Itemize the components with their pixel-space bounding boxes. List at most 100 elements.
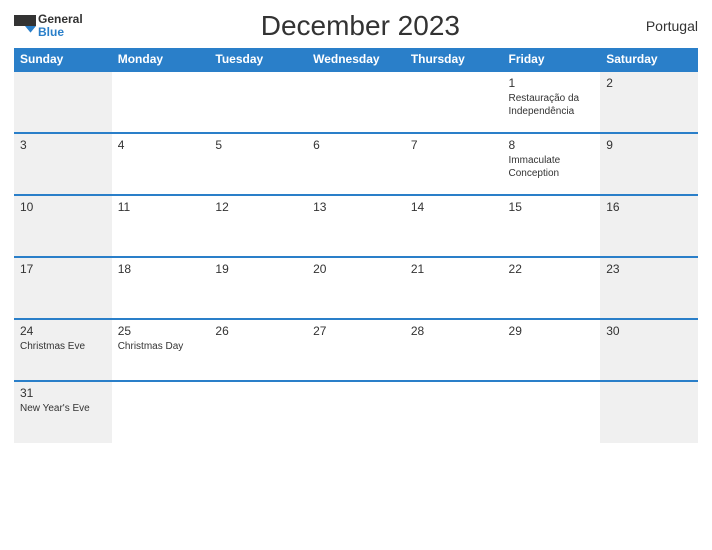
day-number: 4 (118, 138, 204, 152)
day-number: 8 (509, 138, 595, 152)
calendar-table: Sunday Monday Tuesday Wednesday Thursday… (14, 48, 698, 443)
col-friday: Friday (503, 48, 601, 71)
day-number: 17 (20, 262, 106, 276)
calendar-cell: 31 New Year's Eve (14, 381, 112, 443)
header: General Blue December 2023 Portugal (14, 10, 698, 42)
table-row: 24 Christmas Eve 25 Christmas Day 26 27 28 29 30 (14, 319, 698, 381)
calendar-cell: 2 (600, 71, 698, 133)
calendar-cell: 10 (14, 195, 112, 257)
calendar-cell (600, 381, 698, 443)
day-number: 1 (509, 76, 595, 90)
calendar-cell (307, 381, 405, 443)
calendar-cell: 5 (209, 133, 307, 195)
header-row: Sunday Monday Tuesday Wednesday Thursday… (14, 48, 698, 71)
calendar-cell: 22 (503, 257, 601, 319)
calendar-cell: 9 (600, 133, 698, 195)
calendar-page: General Blue December 2023 Portugal Sund… (0, 0, 712, 550)
calendar-cell: 20 (307, 257, 405, 319)
calendar-cell: 23 (600, 257, 698, 319)
day-number: 14 (411, 200, 497, 214)
day-number: 10 (20, 200, 106, 214)
logo: General Blue (14, 13, 83, 39)
calendar-cell (503, 381, 601, 443)
col-tuesday: Tuesday (209, 48, 307, 71)
calendar-cell: 7 (405, 133, 503, 195)
calendar-cell: 24 Christmas Eve (14, 319, 112, 381)
day-number: 19 (215, 262, 301, 276)
table-row: 1 Restauração da Independência 2 (14, 71, 698, 133)
calendar-cell: 17 (14, 257, 112, 319)
table-row: 31 New Year's Eve (14, 381, 698, 443)
col-monday: Monday (112, 48, 210, 71)
day-number: 31 (20, 386, 106, 400)
calendar-cell: 15 (503, 195, 601, 257)
calendar-cell: 27 (307, 319, 405, 381)
calendar-cell: 21 (405, 257, 503, 319)
day-number: 26 (215, 324, 301, 338)
day-number: 25 (118, 324, 204, 338)
col-sunday: Sunday (14, 48, 112, 71)
day-number: 22 (509, 262, 595, 276)
day-number: 13 (313, 200, 399, 214)
day-number: 3 (20, 138, 106, 152)
calendar-cell: 29 (503, 319, 601, 381)
col-saturday: Saturday (600, 48, 698, 71)
logo-text: General Blue (38, 13, 83, 39)
day-number: 20 (313, 262, 399, 276)
calendar-cell: 28 (405, 319, 503, 381)
col-wednesday: Wednesday (307, 48, 405, 71)
calendar-cell (209, 381, 307, 443)
calendar-cell (112, 71, 210, 133)
calendar-cell: 13 (307, 195, 405, 257)
day-number: 6 (313, 138, 399, 152)
day-number: 24 (20, 324, 106, 338)
calendar-cell: 19 (209, 257, 307, 319)
table-row: 345678 Immaculate Conception 9 (14, 133, 698, 195)
day-number: 11 (118, 200, 204, 214)
calendar-cell (112, 381, 210, 443)
calendar-cell: 1 Restauração da Independência (503, 71, 601, 133)
country-label: Portugal (638, 18, 698, 34)
day-number: 12 (215, 200, 301, 214)
calendar-cell: 4 (112, 133, 210, 195)
calendar-cell (405, 71, 503, 133)
day-number: 29 (509, 324, 595, 338)
event-label: Christmas Day (118, 340, 204, 353)
day-number: 15 (509, 200, 595, 214)
col-thursday: Thursday (405, 48, 503, 71)
day-number: 30 (606, 324, 692, 338)
day-number: 23 (606, 262, 692, 276)
calendar-cell: 6 (307, 133, 405, 195)
event-label: Restauração da Independência (509, 92, 595, 118)
logo-icon (14, 15, 36, 37)
day-number: 28 (411, 324, 497, 338)
event-label: New Year's Eve (20, 402, 106, 415)
day-number: 18 (118, 262, 204, 276)
calendar-cell: 3 (14, 133, 112, 195)
day-number: 9 (606, 138, 692, 152)
calendar-cell (209, 71, 307, 133)
calendar-cell: 18 (112, 257, 210, 319)
table-row: 10 11 12 13 14 15 16 (14, 195, 698, 257)
day-number: 5 (215, 138, 301, 152)
calendar-cell (307, 71, 405, 133)
event-label: Immaculate Conception (509, 154, 595, 180)
day-number: 21 (411, 262, 497, 276)
calendar-cell: 8 Immaculate Conception (503, 133, 601, 195)
calendar-cell: 26 (209, 319, 307, 381)
calendar-cell (405, 381, 503, 443)
calendar-cell: 14 (405, 195, 503, 257)
day-number: 16 (606, 200, 692, 214)
table-row: 17 18 19 20 21 22 23 (14, 257, 698, 319)
calendar-cell: 11 (112, 195, 210, 257)
calendar-cell: 12 (209, 195, 307, 257)
calendar-cell: 30 (600, 319, 698, 381)
calendar-cell: 16 (600, 195, 698, 257)
day-number: 7 (411, 138, 497, 152)
calendar-cell (14, 71, 112, 133)
calendar-cell: 25 Christmas Day (112, 319, 210, 381)
day-number: 27 (313, 324, 399, 338)
day-number: 2 (606, 76, 692, 90)
calendar-title: December 2023 (83, 10, 638, 42)
event-label: Christmas Eve (20, 340, 106, 353)
